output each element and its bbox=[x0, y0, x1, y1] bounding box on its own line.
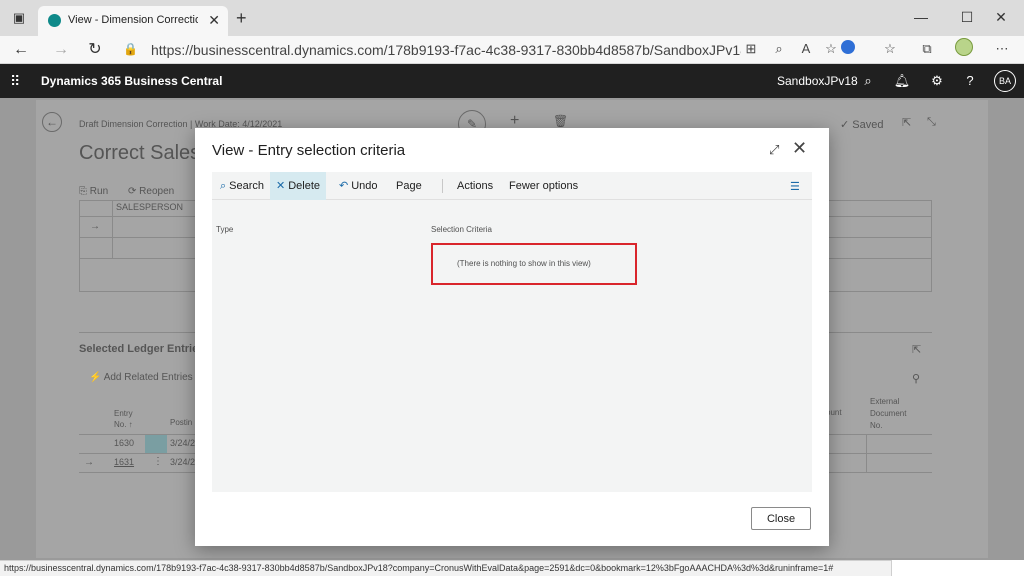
dialog-content: ⌕ Search ✕ Delete ↶ Undo Page Actions Fewer… bbox=[212, 172, 812, 492]
tab-actions-icon[interactable]: ▣ bbox=[10, 9, 28, 27]
refresh-icon[interactable]: ↻ bbox=[84, 39, 106, 61]
delete-label: Delete bbox=[288, 180, 321, 192]
posting-date-cell: 3/24/2 bbox=[170, 438, 196, 448]
add-related-label: Add Related Entries bbox=[103, 372, 193, 383]
saved-label: Saved bbox=[852, 119, 884, 131]
search-icon[interactable]: ⌕ bbox=[859, 72, 877, 90]
delete-action[interactable]: ✕ Delete bbox=[270, 172, 327, 200]
entry-header-line2: No. ↑ bbox=[114, 420, 133, 429]
tab-close-icon[interactable]: ✕ bbox=[208, 12, 220, 29]
address-bar: ← → ↻ 🔒 https://businesscentral.dynamics… bbox=[0, 36, 1024, 64]
row-arrow-icon: → bbox=[84, 457, 94, 468]
pin-icon: ⚲ bbox=[912, 373, 921, 385]
app-title: Dynamics 365 Business Central bbox=[41, 74, 223, 88]
action-bar: ⌕ Search ✕ Delete ↶ Undo Page Actions Fewer… bbox=[212, 172, 812, 200]
app-launcher-icon[interactable]: ⠿ bbox=[10, 73, 20, 90]
dimension-column-header: SALESPERSON bbox=[116, 202, 184, 212]
saved-status: ✓ Saved bbox=[840, 119, 884, 131]
profile-avatar[interactable] bbox=[955, 38, 973, 56]
more-icon[interactable]: ⋯ bbox=[992, 39, 1012, 59]
tab-favicon-icon bbox=[48, 14, 61, 27]
entry-no-cell: 1631 bbox=[114, 457, 135, 467]
run-action: ⎘ Run bbox=[79, 186, 109, 197]
type-column-header[interactable]: Type bbox=[216, 225, 233, 234]
expand-icon[interactable]: ⤢ bbox=[769, 142, 779, 158]
delete-icon: 🗑︎ bbox=[553, 114, 569, 128]
posting-date-cell: 3/24/2 bbox=[170, 457, 196, 467]
entry-header-line1: Entry bbox=[114, 409, 133, 418]
tab-title: View - Dimension Corrections - D bbox=[68, 14, 198, 26]
open-new-window-icon: ⇱ bbox=[902, 117, 912, 129]
browser-tab[interactable]: View - Dimension Corrections - D ✕ bbox=[38, 6, 228, 36]
search-icon: ⌕ bbox=[220, 180, 227, 192]
undo-action[interactable]: ↶ Undo bbox=[333, 172, 384, 200]
external-header-line3: No. bbox=[870, 421, 883, 430]
page-title: Correct Sales bbox=[79, 142, 201, 164]
notification-icon[interactable]: 🔔︎ bbox=[893, 72, 911, 90]
company-name[interactable]: SandboxJPv18 bbox=[777, 74, 858, 88]
share-icon: ⇱ bbox=[912, 344, 922, 356]
search-action[interactable]: ⌕ Search bbox=[214, 172, 270, 200]
url-field[interactable]: 🔒 https://businesscentral.dynamics.com/1… bbox=[115, 38, 835, 62]
page-action[interactable]: Page bbox=[390, 172, 428, 200]
minimize-icon[interactable]: — bbox=[898, 5, 944, 29]
favorites-icon[interactable]: ☆ bbox=[880, 39, 900, 59]
back-arrow-icon: ← bbox=[42, 112, 62, 132]
entry-column-header: Entry No. ↑ bbox=[114, 408, 133, 430]
reopen-label: Reopen bbox=[139, 186, 175, 197]
status-bar-url: https://businesscentral.dynamics.com/178… bbox=[0, 560, 892, 576]
delete-x-icon: ✕ bbox=[276, 180, 286, 192]
collapse-icon: ⤡ bbox=[927, 116, 936, 128]
apps-icon[interactable]: ⊞ bbox=[741, 39, 761, 59]
run-label: Run bbox=[89, 186, 109, 197]
close-button[interactable]: Close bbox=[751, 507, 811, 530]
ledger-section-title: Selected Ledger Entrie bbox=[79, 343, 199, 355]
empty-view-message: (There is nothing to show in this view) bbox=[457, 259, 591, 268]
read-aloud-icon[interactable]: A bbox=[796, 39, 816, 59]
help-icon[interactable]: ? bbox=[961, 72, 979, 90]
browser-tab-bar: ▣ View - Dimension Corrections - D ✕ + —… bbox=[0, 0, 1024, 36]
settings-gear-icon[interactable]: ⚙ bbox=[928, 72, 946, 90]
url-text[interactable]: https://businesscentral.dynamics.com/178… bbox=[151, 42, 741, 58]
external-header-line1: External bbox=[870, 397, 900, 406]
posting-column-header: Postin bbox=[170, 418, 193, 427]
entry-selection-dialog: View - Entry selection criteria ⤢ ✕ ⌕ Sea… bbox=[195, 128, 829, 546]
actions-menu[interactable]: Actions bbox=[451, 172, 499, 200]
row-arrow-icon: → bbox=[90, 221, 100, 232]
bc-navbar: ⠿ Dynamics 365 Business Central SandboxJ… bbox=[0, 64, 1024, 98]
entry-no-cell: 1630 bbox=[114, 438, 135, 448]
grid-divider bbox=[866, 434, 867, 472]
undo-icon: ↶ bbox=[339, 180, 349, 192]
user-avatar[interactable]: BA bbox=[994, 70, 1016, 92]
zoom-icon[interactable]: ⌕ bbox=[769, 39, 789, 59]
selected-cell bbox=[145, 435, 167, 453]
collections-icon[interactable]: ⧉ bbox=[917, 39, 937, 59]
grid-divider bbox=[112, 200, 113, 258]
row-menu-icon: ⋮ bbox=[153, 456, 163, 467]
favorite-star-icon[interactable]: ☆ bbox=[821, 39, 841, 59]
window-close-icon[interactable]: ✕ bbox=[978, 5, 1024, 29]
undo-label: Undo bbox=[351, 180, 378, 192]
list-view-icon[interactable]: ☰ bbox=[790, 180, 800, 193]
forward-icon[interactable]: → bbox=[50, 39, 72, 61]
back-icon[interactable]: ← bbox=[10, 39, 32, 61]
extension-icon[interactable] bbox=[841, 40, 855, 54]
search-label: Search bbox=[229, 180, 265, 192]
dialog-title: View - Entry selection criteria bbox=[212, 142, 406, 159]
dialog-close-icon[interactable]: ✕ bbox=[792, 138, 807, 159]
reopen-action: ⟳ Reopen bbox=[128, 186, 175, 197]
selection-criteria-column-header[interactable]: Selection Criteria bbox=[431, 225, 492, 234]
lock-icon: 🔒 bbox=[123, 42, 138, 56]
new-tab-icon[interactable]: + bbox=[236, 8, 247, 29]
external-doc-column-header: External Document No. bbox=[870, 396, 906, 432]
add-related-entries: ⚡ Add Related Entries bbox=[89, 372, 193, 383]
fewer-options-action[interactable]: Fewer options bbox=[503, 172, 584, 200]
external-header-line2: Document bbox=[870, 409, 907, 418]
action-separator bbox=[442, 179, 443, 193]
